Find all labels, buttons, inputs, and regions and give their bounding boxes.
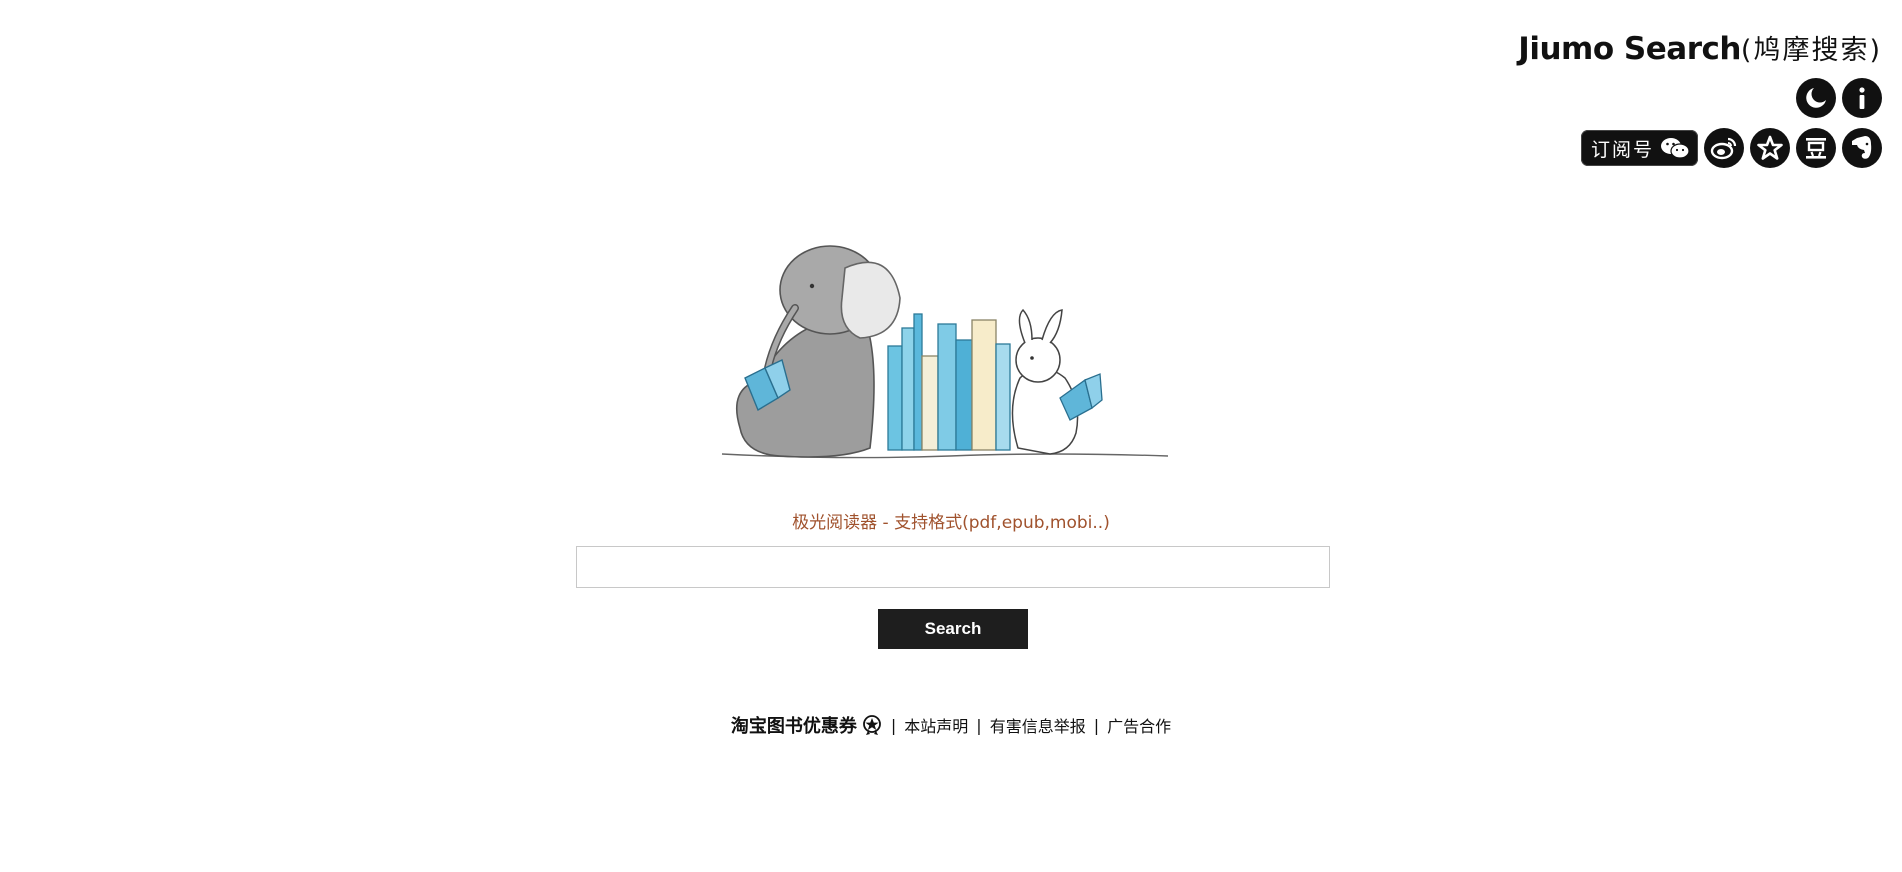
theme-moon-icon	[1806, 88, 1826, 108]
header-icons-social: 订阅号	[1580, 128, 1882, 168]
info-button[interactable]	[1842, 78, 1882, 118]
header-icons-top	[1796, 78, 1882, 118]
douban-button[interactable]	[1796, 128, 1836, 168]
evernote-icon	[1852, 136, 1872, 159]
favorite-star-icon	[1757, 135, 1783, 160]
coupon-badge-icon	[862, 715, 881, 735]
weibo-icon	[1710, 137, 1737, 160]
search-button[interactable]: Search	[878, 609, 1028, 649]
site-title: Jiumo Search(鸠摩搜索)	[1518, 28, 1882, 67]
taobao-coupon-label: 淘宝图书优惠券	[730, 716, 857, 737]
brand-name: Jiumo Search	[1518, 31, 1741, 67]
subscribe-label: 订阅号	[1590, 138, 1654, 161]
info-icon	[1859, 87, 1865, 109]
site-statement-link[interactable]: 本站声明	[904, 713, 968, 737]
favorite-button[interactable]	[1750, 128, 1790, 168]
footer-separator: |	[890, 715, 897, 735]
report-harmful-info-link[interactable]: 有害信息举报	[990, 713, 1086, 737]
reading-animals-illustration	[721, 245, 1169, 459]
search-input[interactable]	[576, 546, 1330, 588]
footer: 淘宝图书优惠券 | 本站声明 | 有害信息举报 | 广告合作	[0, 712, 1902, 738]
evernote-button[interactable]	[1842, 128, 1882, 168]
weibo-button[interactable]	[1704, 128, 1744, 168]
reader-promo-link[interactable]: 极光阅读器 - 支持格式(pdf,epub,mobi..)	[0, 508, 1902, 533]
ad-cooperation-link[interactable]: 广告合作	[1107, 713, 1171, 737]
theme-toggle-button[interactable]	[1796, 78, 1836, 118]
footer-separator: |	[976, 715, 982, 735]
taobao-coupon-link[interactable]: 淘宝图书优惠券	[731, 712, 883, 738]
brand-subtitle: (鸠摩搜索)	[1740, 35, 1882, 66]
footer-separator: |	[1093, 715, 1100, 735]
wechat-subscribe-button[interactable]: 订阅号	[1580, 130, 1698, 166]
douban-icon	[1806, 138, 1826, 159]
wechat-icon	[1661, 138, 1690, 159]
page: Jiumo Search(鸠摩搜索) 订阅号 极光阅读器 - 支持格式(pdf,…	[0, 0, 1902, 872]
